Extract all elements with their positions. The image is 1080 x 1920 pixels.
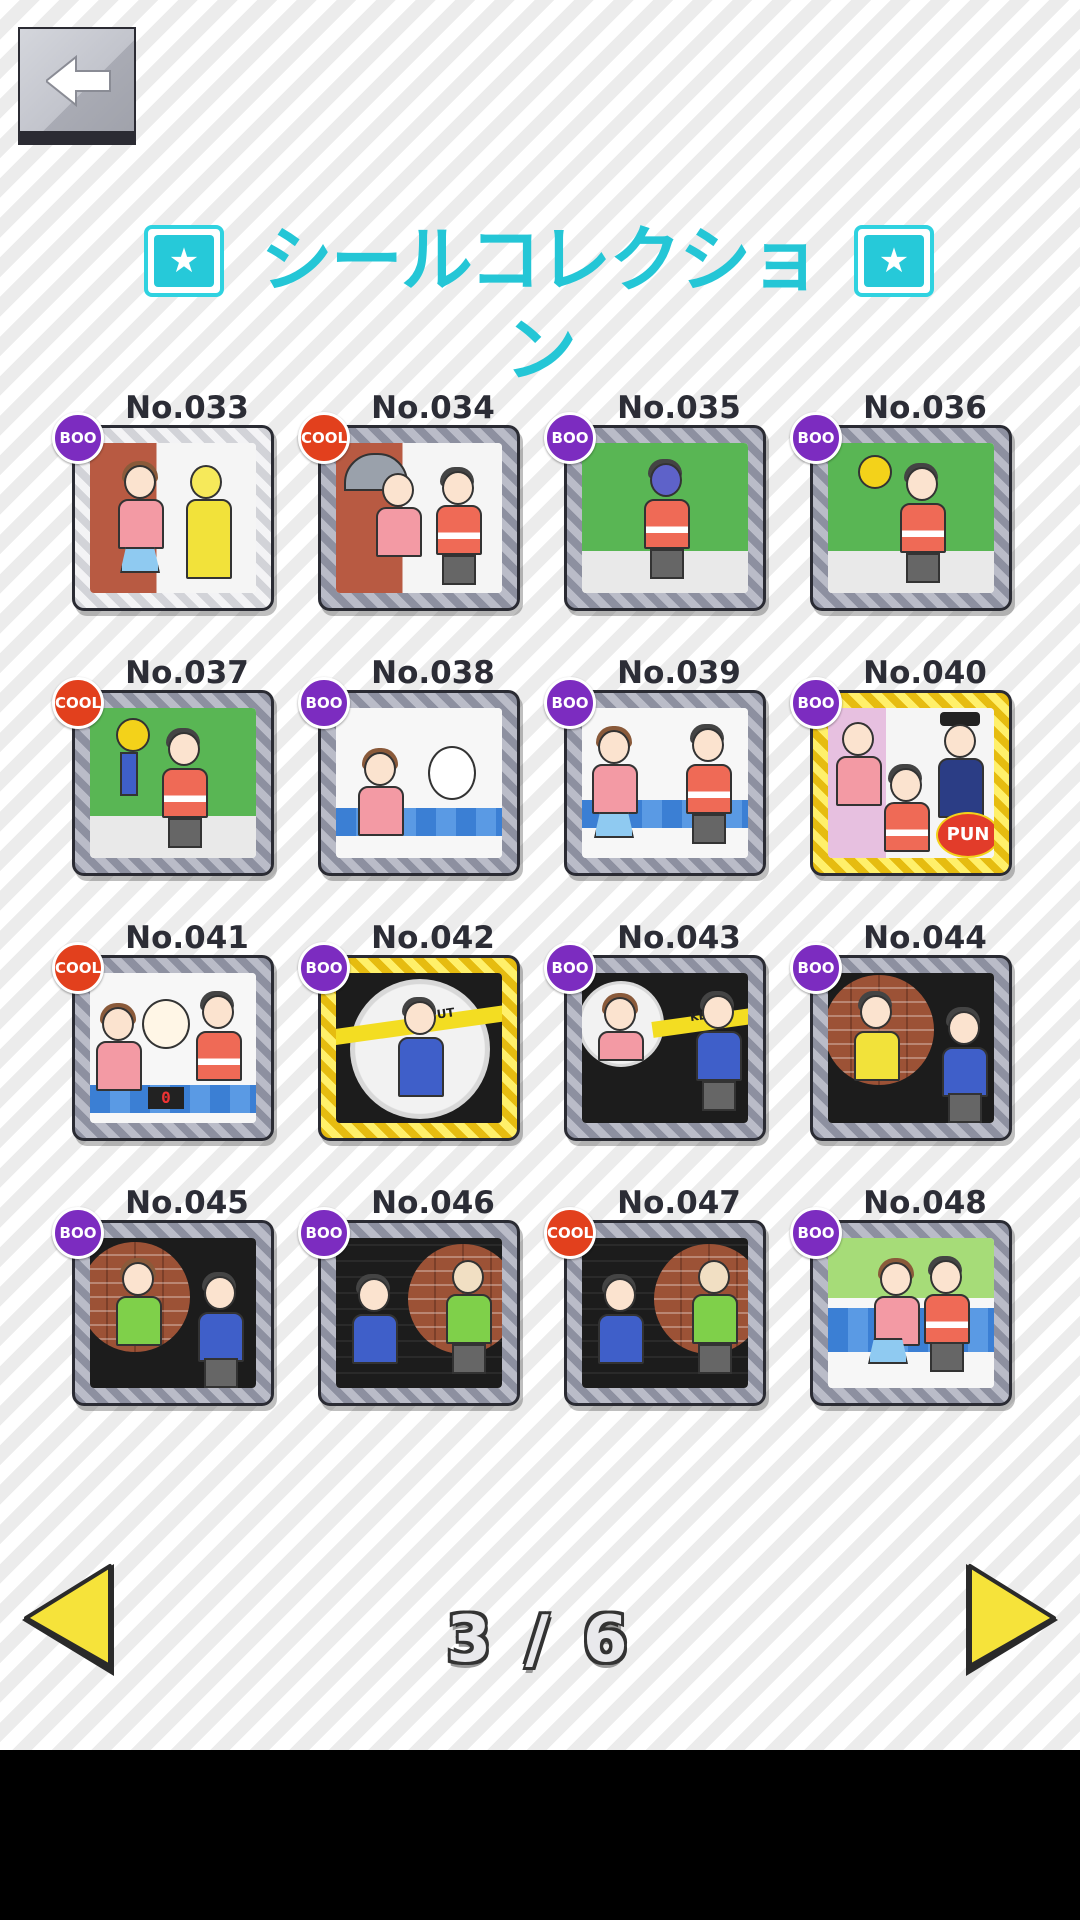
sticker-card[interactable]: No.035 BOO bbox=[544, 390, 794, 624]
sticker-image bbox=[828, 1238, 994, 1388]
sticker-card[interactable]: No.045 BOO bbox=[52, 1185, 302, 1419]
sticker-frame[interactable] bbox=[72, 425, 274, 611]
sticker-frame[interactable] bbox=[564, 1220, 766, 1406]
back-button[interactable] bbox=[18, 27, 136, 145]
boo-badge: BOO bbox=[52, 412, 104, 464]
sticker-number: No.048 bbox=[863, 1185, 987, 1221]
sticker-number: No.043 bbox=[617, 920, 741, 956]
sticker-number: No.040 bbox=[863, 655, 987, 691]
sticker-frame[interactable] bbox=[564, 425, 766, 611]
sticker-number: No.042 bbox=[371, 920, 495, 956]
sticker-frame[interactable] bbox=[72, 1220, 274, 1406]
boo-badge: BOO bbox=[790, 412, 842, 464]
sticker-image bbox=[582, 443, 748, 593]
sticker-collection-screen: ★ シールコレクション ★ No.033 BOO No.034 COOL No.… bbox=[0, 0, 1080, 1750]
sticker-image: PUT bbox=[336, 973, 502, 1123]
next-page-button[interactable] bbox=[962, 1560, 1062, 1680]
star-icon: ★ bbox=[144, 225, 224, 297]
counter-display: 0 bbox=[148, 1087, 184, 1109]
sticker-card[interactable]: No.036 BOO bbox=[790, 390, 1040, 624]
sticker-image bbox=[828, 443, 994, 593]
sticker-frame[interactable] bbox=[810, 425, 1012, 611]
sticker-image bbox=[90, 708, 256, 858]
sticker-image bbox=[90, 443, 256, 593]
previous-page-button[interactable] bbox=[18, 1560, 118, 1680]
sticker-image bbox=[582, 1238, 748, 1388]
sticker-card[interactable]: No.040 PUN BOO bbox=[790, 655, 1040, 889]
boo-badge: BOO bbox=[298, 942, 350, 994]
cool-badge: COOL bbox=[298, 412, 350, 464]
sticker-card[interactable]: No.037 COOL bbox=[52, 655, 302, 889]
sticker-frame[interactable] bbox=[318, 690, 520, 876]
sticker-card[interactable]: No.034 COOL bbox=[298, 390, 548, 624]
sticker-card[interactable]: No.048 BOO bbox=[790, 1185, 1040, 1419]
sticker-image: 0 bbox=[90, 973, 256, 1123]
sticker-frame[interactable] bbox=[810, 1220, 1012, 1406]
title-row: ★ シールコレクション ★ bbox=[0, 215, 1080, 392]
sticker-frame[interactable]: PUT bbox=[318, 955, 520, 1141]
boo-badge: BOO bbox=[790, 677, 842, 729]
sticker-image bbox=[336, 1238, 502, 1388]
sticker-frame[interactable] bbox=[72, 690, 274, 876]
boo-badge: BOO bbox=[790, 1207, 842, 1259]
sticker-number: No.044 bbox=[863, 920, 987, 956]
system-bottom-bar bbox=[0, 1750, 1080, 1920]
boo-badge: BOO bbox=[298, 1207, 350, 1259]
sticker-card[interactable]: No.039 BOO bbox=[544, 655, 794, 889]
sticker-number: No.038 bbox=[371, 655, 495, 691]
sticker-number: No.037 bbox=[125, 655, 249, 691]
sticker-image: KEEP bbox=[582, 973, 748, 1123]
sticker-image bbox=[90, 1238, 256, 1388]
boo-badge: BOO bbox=[544, 942, 596, 994]
page-separator: / bbox=[525, 1603, 555, 1677]
sticker-number: No.045 bbox=[125, 1185, 249, 1221]
boo-badge: BOO bbox=[544, 412, 596, 464]
pun-sign: PUN bbox=[936, 812, 994, 858]
page-indicator: 3 / 6 bbox=[340, 1600, 740, 1680]
sticker-number: No.047 bbox=[617, 1185, 741, 1221]
triangle-right-icon bbox=[966, 1564, 1058, 1676]
current-page: 3 bbox=[446, 1603, 498, 1677]
star-icon: ★ bbox=[854, 225, 934, 297]
sticker-card[interactable]: No.044 BOO bbox=[790, 920, 1040, 1154]
sticker-frame[interactable]: KEEP bbox=[564, 955, 766, 1141]
sticker-image bbox=[336, 708, 502, 858]
boo-badge: BOO bbox=[790, 942, 842, 994]
sticker-image: PUN bbox=[828, 708, 994, 858]
sticker-frame[interactable]: PUN bbox=[810, 690, 1012, 876]
sticker-card[interactable]: No.042 PUT BOO bbox=[298, 920, 548, 1154]
sticker-image bbox=[582, 708, 748, 858]
sticker-image bbox=[336, 443, 502, 593]
sticker-card[interactable]: No.033 BOO bbox=[52, 390, 302, 624]
sticker-card[interactable]: No.038 BOO bbox=[298, 655, 548, 889]
sticker-card[interactable]: No.043 KEEP BOO bbox=[544, 920, 794, 1154]
sticker-number: No.046 bbox=[371, 1185, 495, 1221]
sticker-number: No.033 bbox=[125, 390, 249, 426]
boo-badge: BOO bbox=[52, 1207, 104, 1259]
sticker-number: No.034 bbox=[371, 390, 495, 426]
sticker-card[interactable]: No.046 BOO bbox=[298, 1185, 548, 1419]
back-arrow-icon bbox=[46, 54, 111, 108]
cool-badge: COOL bbox=[52, 677, 104, 729]
sticker-number: No.041 bbox=[125, 920, 249, 956]
page-title: シールコレクション bbox=[260, 218, 822, 392]
sticker-number: No.039 bbox=[617, 655, 741, 691]
sticker-image bbox=[828, 973, 994, 1123]
sticker-frame[interactable] bbox=[318, 425, 520, 611]
sticker-number: No.036 bbox=[863, 390, 987, 426]
triangle-left-icon bbox=[22, 1564, 114, 1676]
sticker-frame[interactable]: 0 bbox=[72, 955, 274, 1141]
sticker-card[interactable]: No.047 COOL bbox=[544, 1185, 794, 1419]
sticker-card[interactable]: No.041 0 COOL bbox=[52, 920, 302, 1154]
boo-badge: BOO bbox=[298, 677, 350, 729]
sticker-number: No.035 bbox=[617, 390, 741, 426]
cool-badge: COOL bbox=[52, 942, 104, 994]
sticker-frame[interactable] bbox=[810, 955, 1012, 1141]
sticker-frame[interactable] bbox=[318, 1220, 520, 1406]
sticker-frame[interactable] bbox=[564, 690, 766, 876]
boo-badge: BOO bbox=[544, 677, 596, 729]
cool-badge: COOL bbox=[544, 1207, 596, 1259]
total-pages: 6 bbox=[582, 1603, 634, 1677]
